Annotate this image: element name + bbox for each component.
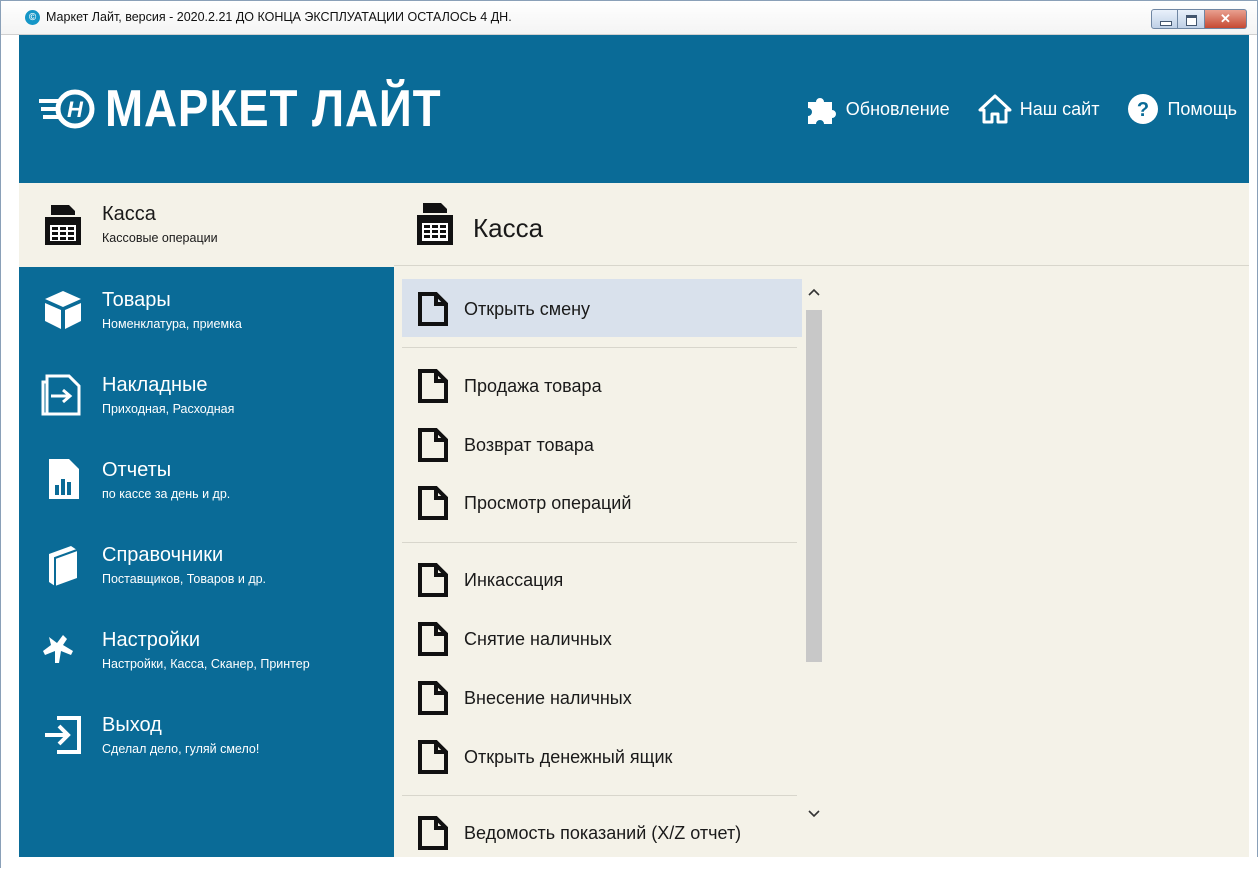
book-icon (49, 546, 78, 586)
box-icon (45, 291, 81, 329)
list-scrollbar[interactable] (803, 266, 825, 856)
minimize-button[interactable] (1151, 9, 1178, 29)
sidebar-item-subtitle: по кассе за день и др. (102, 487, 231, 501)
divider (402, 542, 797, 543)
menu-item-label: Открыть денежный ящик (464, 747, 673, 767)
help-icon: ? (1128, 94, 1159, 124)
app-logo-icon: © (25, 10, 40, 25)
sidebar-item-title: Товары (102, 289, 171, 311)
document-icon (418, 681, 448, 715)
document-icon (418, 740, 448, 774)
menu-item-label: Инкассация (464, 570, 564, 590)
sidebar-item-title: Отчеты (102, 459, 172, 481)
window-left-border (1, 35, 19, 869)
nav-site-label: Наш сайт (1019, 98, 1100, 119)
sidebar-item-title: Касса (102, 203, 156, 225)
nav-help-label: Помощь (1167, 98, 1237, 119)
nav-update-label: Обновление (845, 98, 950, 119)
menu-item-cash-deposit[interactable]: Внесение наличных (402, 668, 802, 726)
brand-logo-icon: Н (39, 87, 97, 131)
divider (402, 347, 797, 348)
menu-item-label: Ведомость показаний (X/Z отчет) (464, 823, 742, 843)
app-window: © Маркет Лайт, версия - 2020.2.21 ДО КОН… (0, 0, 1258, 869)
sidebar: Касса Кассовые операции Товары Номенклат… (19, 183, 394, 869)
home-icon (978, 94, 1012, 124)
svg-text:?: ? (1137, 99, 1149, 121)
invoice-icon (41, 374, 81, 416)
maximize-button[interactable] (1178, 9, 1205, 29)
brand-logo: Н МАРКЕТ ЛАЙТ (39, 79, 487, 139)
top-nav: Обновление Наш сайт ? Помощь (776, 93, 1237, 125)
menu-item-label: Снятие наличных (464, 629, 612, 649)
report-icon (49, 459, 79, 499)
scroll-up-icon[interactable] (806, 284, 822, 300)
menu-item-return[interactable]: Возврат товара (402, 415, 802, 473)
document-icon (418, 292, 448, 326)
sidebar-item-title: Накладные (102, 374, 208, 396)
menu-item-view-operations[interactable]: Просмотр операций (402, 473, 802, 531)
menu-item-label: Продажа товара (464, 376, 602, 396)
menu-item-open-cash-drawer[interactable]: Открыть денежный ящик (402, 727, 802, 785)
menu-item-label: Возврат товара (464, 435, 594, 455)
settings-icon (43, 635, 73, 663)
document-icon (418, 369, 448, 403)
nav-site[interactable]: Наш сайт (978, 94, 1100, 124)
sidebar-item-title: Справочники (102, 544, 224, 566)
sidebar-item-subtitle: Кассовые операции (102, 231, 218, 245)
document-icon (418, 563, 448, 597)
menu-item-sale[interactable]: Продажа товара (402, 356, 802, 414)
menu-item-label: Просмотр операций (464, 493, 632, 513)
menu-item-cash-withdrawal[interactable]: Снятие наличных (402, 609, 802, 667)
operations-list: Открыть смену Продажа товара Возврат тов… (394, 266, 827, 856)
window-right-border (1249, 35, 1257, 869)
svg-text:Н: Н (67, 97, 84, 122)
scrollbar-thumb[interactable] (806, 310, 822, 662)
document-icon (418, 622, 448, 656)
menu-item-xz-report[interactable]: Ведомость показаний (X/Z отчет) (402, 803, 802, 856)
window-title: Маркет Лайт, версия - 2020.2.21 ДО КОНЦА… (46, 10, 512, 24)
sidebar-item-subtitle: Сделал дело, гуляй смело! (102, 742, 260, 756)
title-bar[interactable]: © Маркет Лайт, версия - 2020.2.21 ДО КОН… (1, 1, 1257, 35)
section-title: Касса (473, 213, 544, 243)
nav-help[interactable]: ? Помощь (1127, 93, 1237, 125)
document-icon (418, 428, 448, 462)
menu-item-label: Открыть смену (464, 299, 591, 319)
scroll-down-icon[interactable] (806, 806, 822, 822)
divider (402, 795, 797, 796)
sidebar-item-spravochniki[interactable]: Справочники Поставщиков, Товаров и др. (19, 538, 394, 622)
sidebar-item-vykhod[interactable]: Выход Сделал дело, гуляй смело! (19, 708, 394, 792)
sidebar-item-nastroyki[interactable]: Настройки Настройки, Касса, Сканер, Прин… (19, 623, 394, 707)
brand-name: МАРКЕТ ЛАЙТ (105, 80, 442, 138)
sidebar-item-subtitle: Настройки, Касса, Сканер, Принтер (102, 657, 310, 671)
sidebar-item-subtitle: Номенклатура, приемка (102, 317, 242, 331)
sidebar-item-kassa[interactable]: Касса Кассовые операции (19, 183, 394, 267)
sidebar-item-tovary[interactable]: Товары Номенклатура, приемка (19, 283, 394, 367)
sidebar-item-otchety[interactable]: Отчеты по кассе за день и др. (19, 453, 394, 537)
close-button[interactable] (1205, 9, 1247, 29)
menu-item-collection[interactable]: Инкассация (402, 550, 802, 608)
app-header: Н МАРКЕТ ЛАЙТ Обновление Наш сайт ? Помо… (19, 35, 1249, 183)
document-icon (418, 486, 448, 520)
cash-register-icon (417, 203, 453, 245)
sidebar-item-subtitle: Приходная, Расходная (102, 402, 235, 416)
exit-icon (45, 716, 81, 754)
nav-update[interactable]: Обновление (804, 94, 950, 124)
document-icon (418, 816, 448, 850)
sidebar-item-title: Настройки (102, 629, 201, 651)
menu-item-open-shift[interactable]: Открыть смену (402, 279, 802, 337)
menu-item-label: Внесение наличных (464, 688, 632, 708)
puzzle-icon (807, 98, 836, 124)
window-controls (1151, 9, 1247, 29)
window-bottom-border (1, 857, 1258, 869)
sidebar-item-subtitle: Поставщиков, Товаров и др. (102, 572, 267, 586)
sidebar-item-title: Выход (102, 714, 162, 736)
sidebar-item-nakladnye[interactable]: Накладные Приходная, Расходная (19, 368, 394, 452)
cash-register-icon (45, 205, 81, 245)
